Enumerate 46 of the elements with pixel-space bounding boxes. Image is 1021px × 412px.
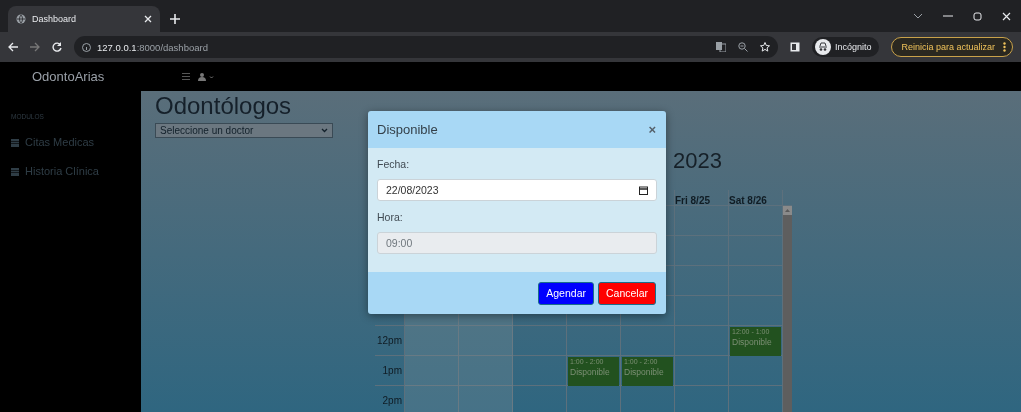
back-arrow-icon[interactable] (8, 42, 18, 52)
page-title: Odontólogos (155, 93, 293, 119)
doctor-select[interactable]: Seleccione un doctor (155, 123, 333, 138)
update-button[interactable]: Reinicia para actualizar (891, 37, 1013, 57)
cancel-button[interactable]: Cancelar (597, 281, 656, 305)
brand-name[interactable]: OdontoArias (32, 69, 182, 84)
close-icon[interactable] (144, 15, 152, 23)
translate-icon[interactable] (715, 42, 726, 52)
browser-tab[interactable]: Dashboard (8, 6, 160, 32)
schedule-button[interactable]: Agendar (538, 281, 594, 305)
day-header: Sat 8/26 (729, 195, 767, 206)
scrollbar[interactable] (783, 206, 792, 412)
user-icon[interactable] (198, 72, 214, 81)
modal-title: Disponible (377, 122, 438, 137)
calendar-title: 2023 (673, 148, 722, 174)
side-panel-icon[interactable] (789, 42, 800, 52)
incognito-icon (814, 39, 831, 55)
plus-icon[interactable] (170, 14, 180, 24)
day-header: Fri 8/25 (675, 195, 711, 206)
calendar-icon[interactable] (639, 185, 648, 195)
time-field: 09:00 (377, 232, 657, 254)
zoom-out-icon[interactable] (737, 42, 748, 52)
globe-icon (16, 14, 26, 24)
calendar-icon (11, 166, 19, 176)
address-bar[interactable]: 127.0.0.1:8000/dashboard (74, 36, 778, 58)
reload-icon[interactable] (52, 42, 62, 52)
info-icon (82, 42, 91, 52)
time-label: 2pm (382, 394, 403, 408)
close-button[interactable]: × (648, 122, 656, 137)
time-label: 12pm (377, 334, 403, 348)
date-field[interactable]: 22/08/2023 (377, 179, 657, 201)
forward-arrow-icon (30, 42, 40, 52)
incognito-profile-button[interactable]: Incógnito (811, 37, 880, 57)
tab-title: Dashboard (32, 14, 78, 24)
url-text: 127.0.0.1:8000/dashboard (97, 41, 208, 53)
star-icon[interactable] (759, 42, 770, 52)
restore-icon[interactable] (973, 11, 982, 21)
menu-icon[interactable] (182, 73, 190, 80)
field-label: Fecha: (377, 158, 410, 170)
calendar-icon (11, 137, 19, 147)
more-vertical-icon (1003, 42, 1006, 52)
chevron-down-icon[interactable] (913, 13, 923, 19)
close-icon[interactable] (1002, 11, 1011, 21)
chevron-down-icon (321, 128, 328, 133)
time-label: 1pm (382, 364, 403, 378)
field-label: Hora: (377, 211, 403, 223)
